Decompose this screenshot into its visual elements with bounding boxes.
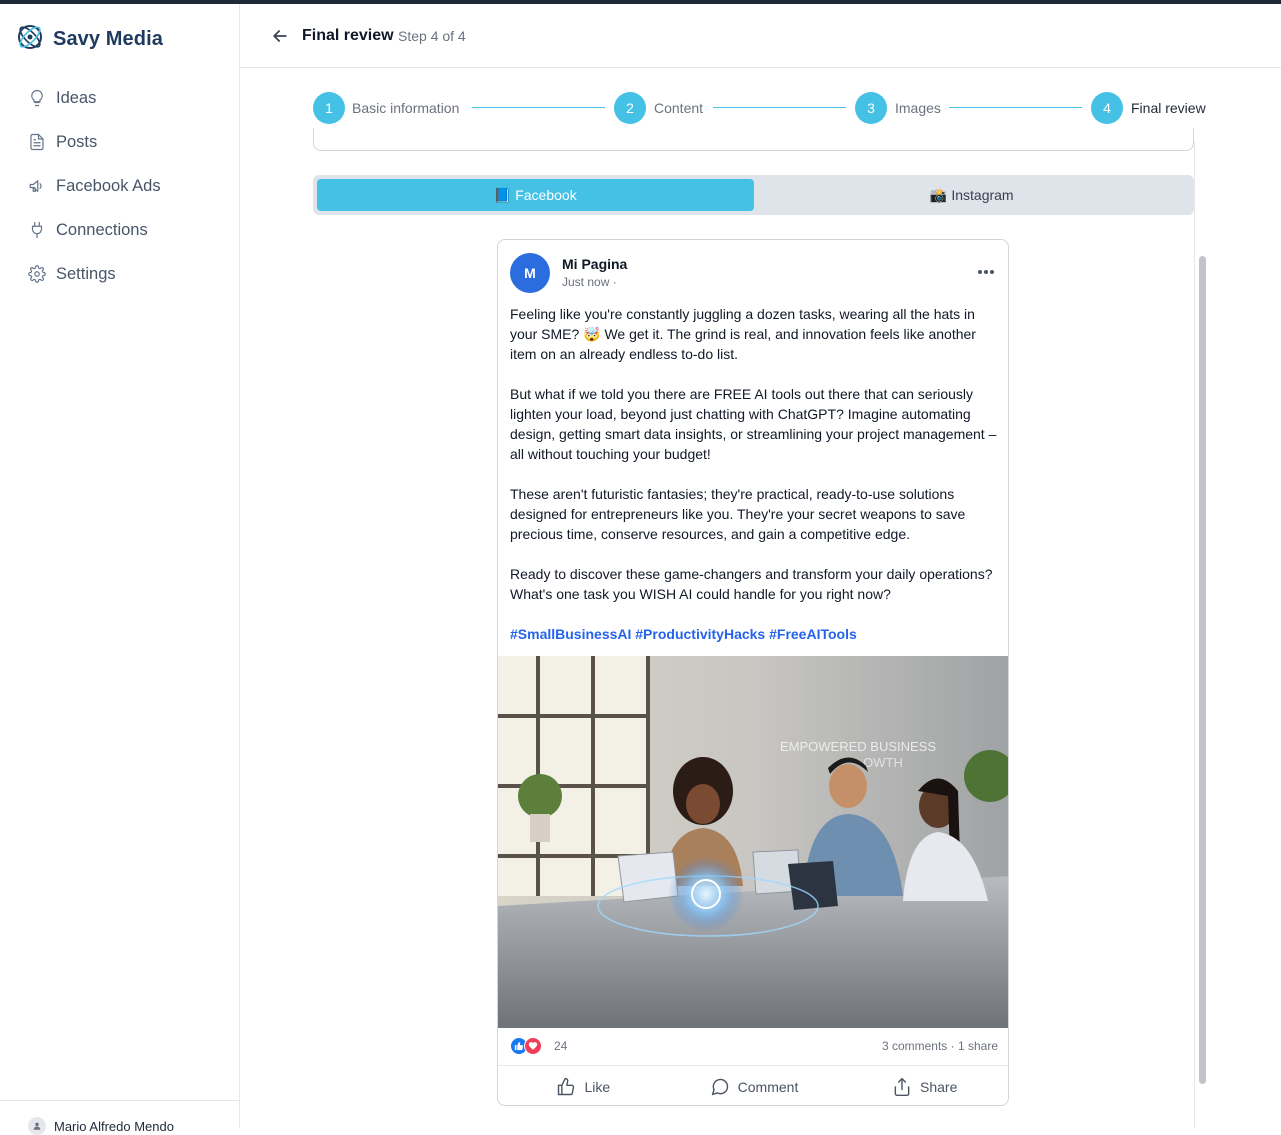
reaction-icons [510,1036,546,1056]
share-button[interactable]: Share [839,1066,1008,1105]
image-wall-text: EMPOWERED BUSINESS [780,739,936,754]
post-text: Feeling like you're constantly juggling … [510,304,1000,664]
avatar [28,1117,46,1135]
share-icon [894,1077,910,1096]
facebook-post-preview: M Mi Pagina Just now · Feeling like you'… [497,239,1009,1106]
step-2-label[interactable]: Content [654,100,703,116]
engagement-summary[interactable]: 3 comments · 1 share [882,1039,998,1053]
lightbulb-icon [31,89,43,107]
sidebar-item-label: Connections [56,220,148,239]
post-paragraph: But what if we told you there are FREE A… [510,386,997,462]
gear-icon [28,265,46,283]
scrollbar-thumb[interactable] [1199,256,1206,1084]
brand-name: Savy Media [53,28,163,50]
step-connector [472,107,605,108]
tab-instagram[interactable]: 📸 Instagram [754,179,1191,211]
step-2-circle[interactable]: 2 [614,92,646,124]
brand[interactable]: Savy Media [15,22,163,57]
page-avatar: M [510,253,550,293]
step-connector [949,107,1082,108]
document-icon [30,133,44,151]
post-image: EMPOWERED BUSINESS OWTH [498,656,1008,1028]
office-scene-image: EMPOWERED BUSINESS OWTH [498,656,1008,1028]
sidebar-item-settings[interactable]: Settings [16,252,224,296]
tab-facebook[interactable]: 📘 Facebook [317,179,754,211]
sidebar-item-connections[interactable]: Connections [16,208,224,252]
previous-card-edge [313,128,1194,151]
sidebar-item-label: Facebook Ads [56,176,161,195]
reaction-count[interactable]: 24 [554,1039,567,1053]
camera-icon: 📸 [929,186,948,203]
step-3-label[interactable]: Images [895,100,941,116]
step-connector [713,107,846,108]
post-actions: Like Comment Share [498,1065,1008,1105]
tab-label: Facebook [515,187,577,203]
sidebar-item-ideas[interactable]: Ideas [16,76,224,120]
tab-label: Instagram [951,187,1014,203]
user-menu[interactable]: Mario Alfredo Mendo [28,1117,174,1135]
like-label: Like [584,1078,611,1095]
megaphone-icon [29,180,42,192]
page-name: Mi Pagina [562,256,628,272]
sidebar: Savy Media Ideas Posts Facebook Ads Conn… [0,4,240,1135]
logo-icon [15,22,45,57]
step-1-label[interactable]: Basic information [352,100,459,116]
comment-label: Comment [737,1078,799,1095]
sidebar-item-label: Settings [56,264,116,283]
scrollbar[interactable] [1194,142,1209,1128]
svg-text:OWTH: OWTH [863,755,903,770]
reactions-row: 24 3 comments · 1 share [510,1036,998,1056]
post-paragraph: Feeling like you're constantly juggling … [510,306,976,362]
user-name: Mario Alfredo Mendo [54,1118,174,1134]
love-reaction-icon [524,1037,542,1055]
page-title: Final review [302,27,394,44]
post-hashtags[interactable]: #SmallBusinessAI #ProductivityHacks #Fre… [510,624,1000,644]
share-label: Share [920,1078,958,1095]
facebook-book-icon: 📘 [493,186,512,203]
sidebar-item-label: Ideas [56,88,97,107]
user-icon [33,1122,41,1130]
step-4-label[interactable]: Final review [1131,100,1206,116]
thumbs-up-icon [558,1077,575,1095]
more-options-icon[interactable] [970,262,1002,282]
like-button[interactable]: Like [498,1066,669,1105]
sidebar-item-label: Posts [56,132,98,151]
sidebar-footer: Mario Alfredo Mendo [0,1100,239,1135]
step-3-circle[interactable]: 3 [855,92,887,124]
post-timestamp: Just now · [562,275,617,289]
comment-icon [711,1078,728,1095]
step-indicator: Step 4 of 4 [398,28,466,44]
back-arrow-icon[interactable] [270,26,290,46]
post-paragraph: Ready to discover these game-changers an… [510,566,993,602]
step-1-circle[interactable]: 1 [313,92,345,124]
sidebar-item-posts[interactable]: Posts [16,120,224,164]
page-header: Final review Step 4 of 4 [240,4,1281,68]
wizard-stepper: 1 Basic information 2 Content 3 Images 4… [313,92,1213,124]
post-paragraph: These aren't futuristic fantasies; they'… [510,486,966,542]
platform-tabs: 📘 Facebook 📸 Instagram [313,175,1194,215]
plug-icon [31,221,43,239]
sidebar-item-facebook-ads[interactable]: Facebook Ads [16,164,224,208]
step-4-circle[interactable]: 4 [1091,92,1123,124]
comment-button[interactable]: Comment [669,1066,840,1105]
sidebar-nav: Ideas Posts Facebook Ads Connections Set… [16,76,224,296]
